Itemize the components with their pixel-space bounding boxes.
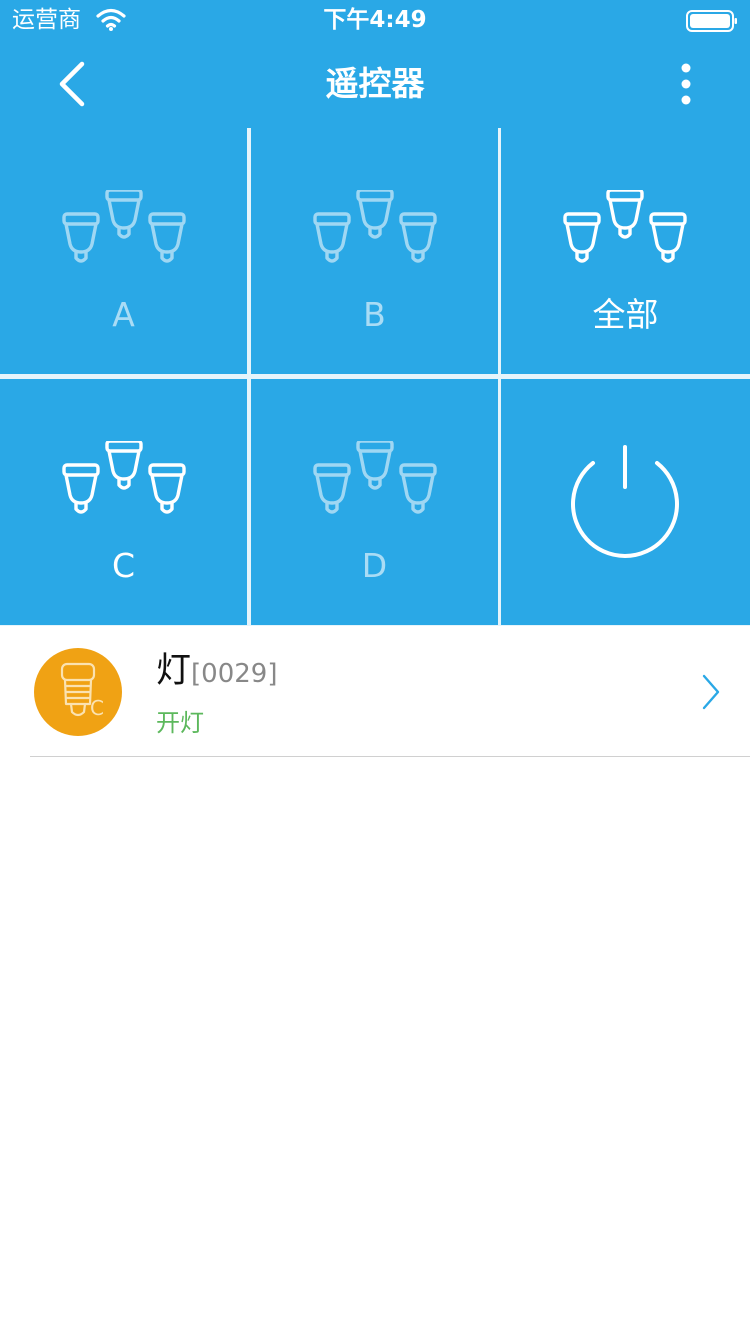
device-list-item[interactable]: C 灯[0029] 开灯 [0, 626, 750, 756]
battery-icon [686, 10, 737, 32]
power-icon [571, 445, 679, 558]
bulb-group-icon [313, 441, 437, 514]
list-divider [30, 756, 750, 757]
device-name: 灯[0029] [156, 646, 277, 699]
avatar-badge: C [90, 696, 104, 720]
more-vertical-icon [681, 63, 691, 105]
bulb-group-icon [62, 190, 186, 263]
device-code: [0029] [191, 659, 278, 689]
bulb-group-icon [62, 441, 186, 514]
bulb-icon [60, 662, 96, 717]
more-button[interactable] [664, 54, 708, 114]
bulb-group-icon [563, 190, 687, 263]
group-a-button[interactable]: A [0, 128, 247, 374]
device-status: 开灯 [156, 709, 204, 737]
status-time: 下午4:49 [323, 7, 427, 33]
page-title: 遥控器 [325, 64, 425, 103]
group-b-button[interactable]: B [251, 128, 498, 374]
device-name-text: 灯 [156, 651, 192, 691]
status-bar: 运营商 下午4:49 [0, 0, 750, 40]
chevron-right-icon [702, 674, 720, 710]
bulb-group-icon [313, 190, 437, 263]
remote-grid: A B 全部 C D [0, 128, 750, 626]
nav-bar: 遥控器 [0, 40, 750, 128]
group-c-button[interactable]: C [0, 379, 247, 625]
tile-label-d: D [361, 546, 388, 585]
tile-label-all: 全部 [592, 295, 659, 334]
tile-label-b: B [363, 295, 386, 334]
group-all-button[interactable]: 全部 [501, 128, 750, 374]
group-d-button[interactable]: D [251, 379, 498, 625]
tile-label-c: C [111, 546, 136, 585]
tile-label-a: A [112, 295, 135, 334]
power-button[interactable] [501, 379, 750, 625]
device-avatar: C [34, 648, 122, 736]
